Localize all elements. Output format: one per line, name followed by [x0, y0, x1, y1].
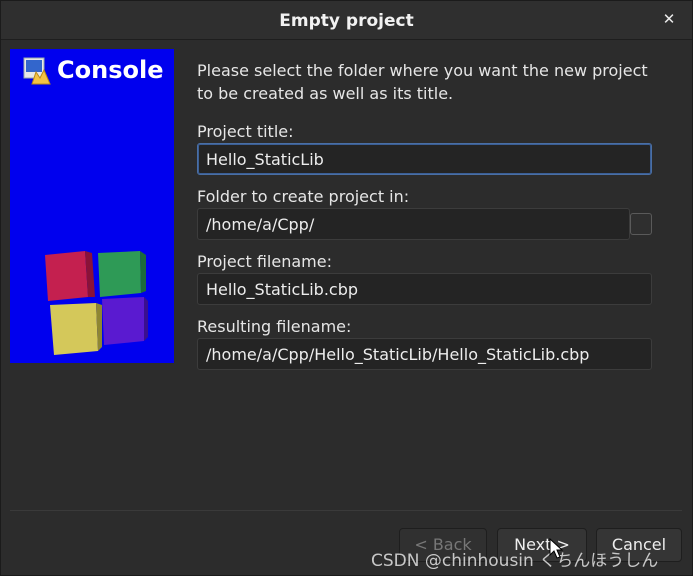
- resulting-filename-input[interactable]: [197, 338, 652, 370]
- browse-folder-button[interactable]: [630, 213, 652, 235]
- mouse-cursor-icon: [549, 538, 563, 559]
- resulting-filename-label: Resulting filename:: [197, 317, 352, 336]
- close-icon[interactable]: ✕: [660, 10, 678, 28]
- new-project-dialog: Empty project ✕ Console Please select th…: [0, 0, 693, 576]
- codeblocks-logo-icon: [23, 57, 51, 85]
- project-title-label: Project title:: [197, 122, 294, 141]
- title-bar: Empty project ✕: [1, 1, 692, 40]
- folder-input[interactable]: [197, 208, 630, 240]
- project-title-input[interactable]: [197, 143, 652, 175]
- project-filename-label: Project filename:: [197, 252, 332, 271]
- project-filename-input[interactable]: [197, 273, 652, 305]
- folder-label: Folder to create project in:: [197, 187, 410, 206]
- banner-title: Console: [57, 56, 164, 84]
- dialog-title: Empty project: [279, 11, 414, 31]
- wizard-banner: Console: [10, 49, 174, 363]
- watermark-text: CSDN @chinhousin くちんほうしん: [371, 551, 659, 571]
- intro-text: Please select the folder where you want …: [197, 61, 648, 103]
- cubes-logo-icon: [45, 251, 148, 355]
- button-separator: [10, 510, 682, 511]
